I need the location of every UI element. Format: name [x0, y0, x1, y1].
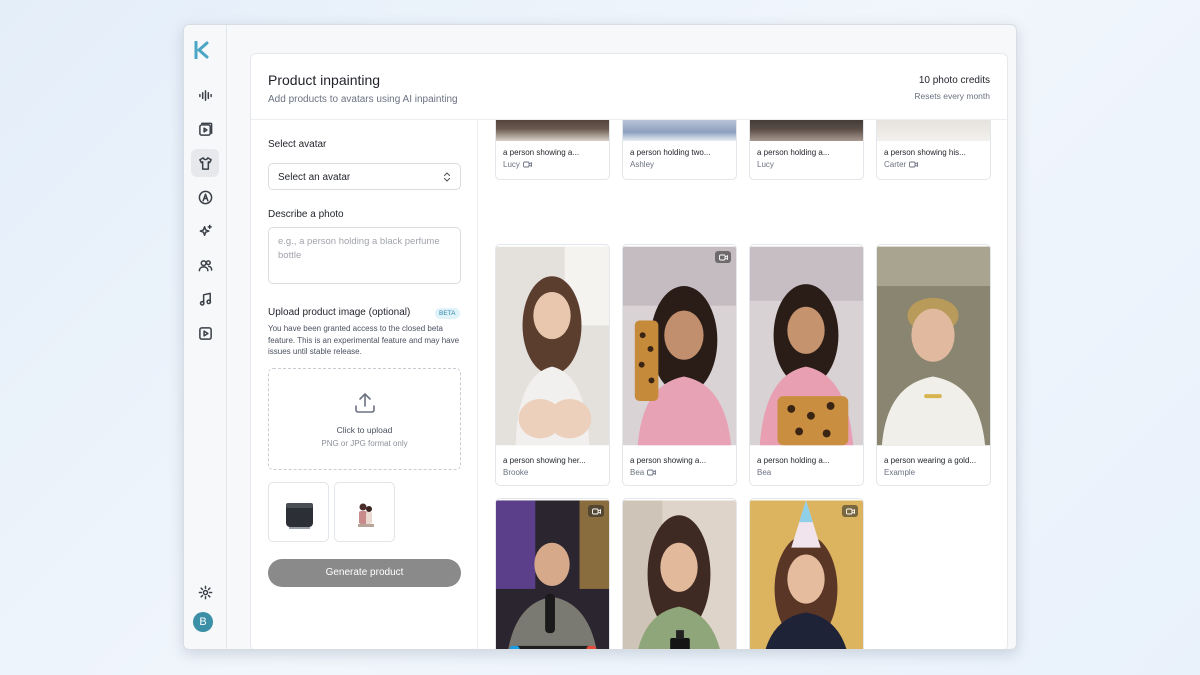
- video-badge-icon: [842, 505, 858, 517]
- sparkles-icon[interactable]: [191, 217, 219, 245]
- upload-icon: [355, 393, 375, 413]
- video-badge-icon: [715, 251, 731, 263]
- page-title: Product inpainting: [268, 72, 381, 88]
- avatar-select-value: Select an avatar: [278, 172, 351, 183]
- gallery-item[interactable]: [622, 498, 737, 649]
- app-logo[interactable]: [194, 41, 210, 59]
- avatar-photo-brooke: [496, 246, 609, 446]
- gear-icon[interactable]: [191, 578, 219, 606]
- video-badge-icon: [588, 505, 604, 517]
- video-icon: [909, 161, 919, 168]
- video-icon: [522, 161, 532, 168]
- video-library-icon[interactable]: [191, 115, 219, 143]
- gallery-item[interactable]: [495, 498, 610, 649]
- product-thumbnail[interactable]: [268, 482, 329, 542]
- video-icon: [647, 469, 657, 476]
- inpainting-form: Select avatar Select an avatar Describe …: [251, 120, 478, 649]
- avatar-photo-bea: [623, 246, 736, 446]
- chevron-up-down-icon: [443, 172, 451, 182]
- describe-label: Describe a photo: [268, 209, 344, 220]
- avatar-photo-streamer: [496, 500, 609, 649]
- users-icon[interactable]: [191, 251, 219, 279]
- music-icon[interactable]: [191, 285, 219, 313]
- app-window: B Product inpainting Add products to ava…: [183, 24, 1017, 650]
- upload-dropzone[interactable]: Click to upload PNG or JPG format only: [268, 368, 461, 470]
- sidebar: B: [184, 25, 227, 649]
- gallery-item[interactable]: a person showing a... Bea: [622, 244, 737, 486]
- avatar-label: Select avatar: [268, 139, 327, 150]
- credits-reset-note: Resets every month: [914, 91, 990, 101]
- gallery-item[interactable]: [749, 498, 864, 649]
- avatar-select[interactable]: Select an avatar: [268, 163, 461, 190]
- avatar-photo-example: [877, 246, 990, 446]
- figure-product-image: [358, 503, 374, 527]
- upload-formats: PNG or JPG format only: [321, 439, 408, 448]
- page-subtitle: Add products to avatars using AI inpaint…: [268, 94, 458, 105]
- page-header: Product inpainting Add products to avata…: [251, 54, 1007, 120]
- gallery-item[interactable]: a person showing his... Carter: [876, 120, 991, 180]
- beta-badge: BETA: [435, 308, 460, 319]
- credits-count: 10 photo credits: [918, 75, 990, 86]
- play-square-icon[interactable]: [191, 319, 219, 347]
- speaker-product-image: [286, 503, 313, 529]
- avatar-a-icon[interactable]: [191, 183, 219, 211]
- product-thumbnail[interactable]: [334, 482, 395, 542]
- gallery-item[interactable]: a person showing her... Brooke: [495, 244, 610, 486]
- upload-label: Upload product image (optional): [268, 307, 411, 318]
- waveform-icon[interactable]: [191, 81, 219, 109]
- gallery-item[interactable]: a person holding two... Ashley: [622, 120, 737, 180]
- user-avatar[interactable]: B: [193, 612, 213, 632]
- gallery-item[interactable]: a person showing a... Lucy: [495, 120, 610, 180]
- generate-product-button[interactable]: Generate product: [268, 559, 461, 587]
- avatar-photo-birthday: [750, 500, 863, 649]
- gallery-item[interactable]: a person wearing a gold... Example: [876, 244, 991, 486]
- shirt-icon[interactable]: [191, 149, 219, 177]
- avatar-gallery: a person showing a... Lucy a person hold…: [478, 120, 1007, 649]
- avatar-photo-bea-2: [750, 246, 863, 446]
- main-card: Product inpainting Add products to avata…: [250, 53, 1008, 649]
- beta-note: You have been granted access to the clos…: [268, 324, 460, 356]
- gallery-item[interactable]: a person holding a... Bea: [749, 244, 864, 486]
- upload-cta: Click to upload: [336, 425, 393, 435]
- avatar-photo-perfume: [623, 500, 736, 649]
- gallery-item[interactable]: a person holding a... Lucy: [749, 120, 864, 180]
- describe-textarea[interactable]: e.g., a person holding a black perfume b…: [268, 227, 461, 284]
